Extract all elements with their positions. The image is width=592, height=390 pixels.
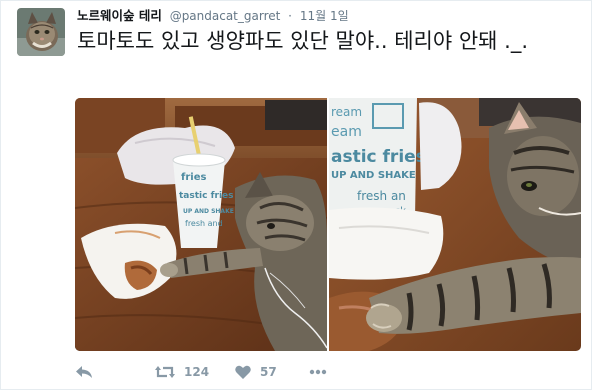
display-name[interactable]: 노르웨이숲 테리 xyxy=(77,8,162,23)
like-count: 57 xyxy=(260,365,277,379)
media-photo-right[interactable]: ream eam astic fries UP AND SHAKE fresh … xyxy=(329,98,581,351)
tweet-text: 토마토도 있고 생양파도 있단 말야.. 테리야 안돼 ._. xyxy=(77,29,529,53)
reply-icon xyxy=(76,366,92,378)
cup-print-r2: eam xyxy=(331,124,362,140)
cup-print-1: fries xyxy=(181,172,206,183)
user-handle[interactable]: @pandacat_garret xyxy=(170,9,281,23)
media-photo-left[interactable]: fries tastic fries UP AND SHAKE fresh an… xyxy=(75,98,327,351)
cup-print-4: fresh and xyxy=(185,219,223,228)
more-button[interactable] xyxy=(309,369,327,375)
tweet-timestamp[interactable]: 11월 1일 xyxy=(300,9,349,23)
retweet-count: 124 xyxy=(184,365,210,379)
cup-print-2: tastic fries xyxy=(179,191,234,201)
tweet-actions: 124 57 xyxy=(75,361,327,383)
reply-button[interactable] xyxy=(75,365,155,379)
cup-print-3: UP AND SHAKE xyxy=(183,208,234,215)
tweet-card: 노르웨이숲 테리 @pandacat_garret · 11월 1일 토마토도 … xyxy=(0,0,592,390)
retweet-icon xyxy=(155,366,175,378)
tweet-header: 노르웨이숲 테리 @pandacat_garret · 11월 1일 xyxy=(77,7,349,25)
separator-dot: · xyxy=(288,9,292,23)
retweet-button[interactable]: 124 xyxy=(155,365,235,379)
cup-print-r3: astic fries xyxy=(331,147,426,167)
more-icon xyxy=(309,369,327,375)
heart-icon xyxy=(235,365,251,379)
photo-cat-and-cup: fries tastic fries UP AND SHAKE fresh an… xyxy=(75,98,327,351)
photo-cat-closeup: ream eam astic fries UP AND SHAKE fresh … xyxy=(329,98,581,351)
avatar-image xyxy=(17,8,65,56)
like-button[interactable]: 57 xyxy=(235,365,309,379)
cup-print-r5: fresh an xyxy=(357,189,406,203)
cup-print-r1: ream xyxy=(331,105,362,119)
tweet-media: fries tastic fries UP AND SHAKE fresh an… xyxy=(75,98,581,351)
cup-print-r4: UP AND SHAKE xyxy=(331,170,416,181)
avatar[interactable] xyxy=(17,8,65,56)
